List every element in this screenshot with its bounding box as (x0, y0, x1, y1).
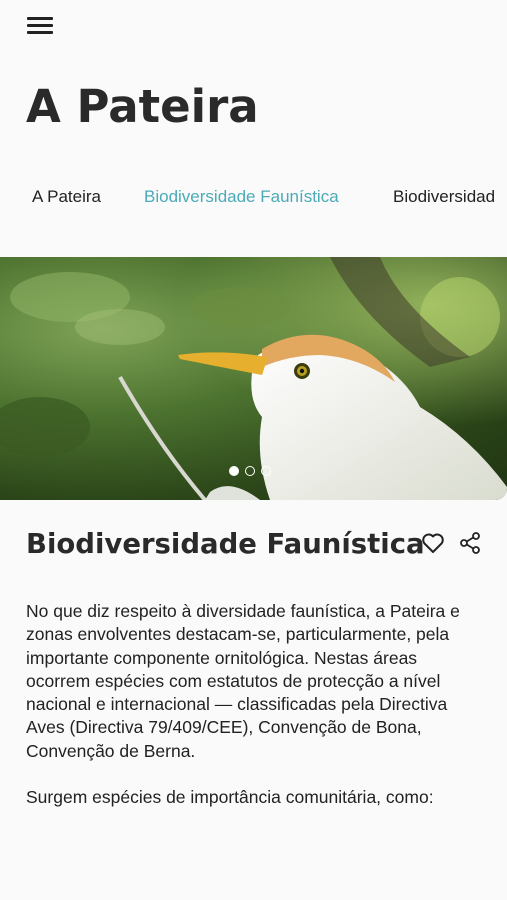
carousel-dot[interactable] (229, 466, 239, 476)
content-body: No que diz respeito à diversidade faunís… (26, 600, 476, 832)
carousel-dot[interactable] (261, 466, 271, 476)
tab-biodiversidade-floristica[interactable]: Biodiversidad (393, 187, 495, 207)
tab-bar: A Pateira Biodiversidade Faunística Biod… (0, 187, 507, 211)
tab-biodiversidade-faunistica[interactable]: Biodiversidade Faunística (144, 187, 339, 207)
heart-outline-icon[interactable] (421, 532, 445, 559)
share-icon[interactable] (458, 531, 482, 560)
content-title: Biodiversidade Faunística (26, 528, 425, 560)
carousel-indicator (229, 463, 277, 476)
content-paragraph: Surgem espécies de importância comunitár… (26, 787, 434, 808)
carousel-dot[interactable] (245, 466, 255, 476)
hamburger-menu-icon[interactable] (27, 17, 53, 37)
page-title: A Pateira (26, 80, 259, 133)
content-paragraph: No que diz respeito à diversidade faunís… (26, 601, 460, 761)
tab-a-pateira[interactable]: A Pateira (32, 187, 101, 207)
